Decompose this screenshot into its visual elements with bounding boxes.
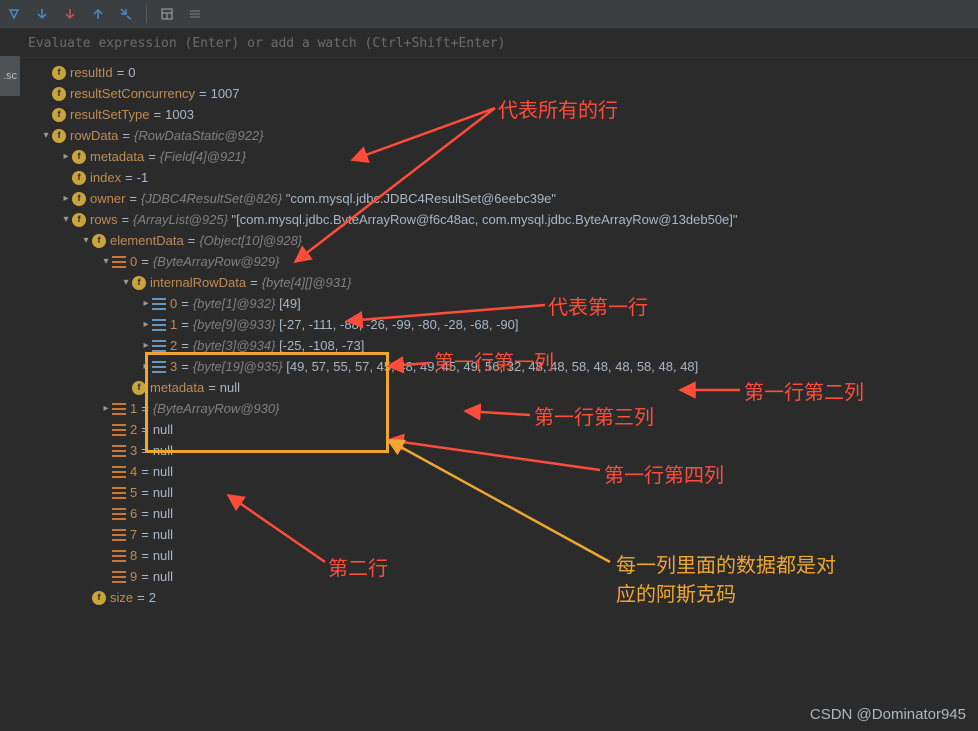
var-index[interactable]: findex=-1 bbox=[40, 167, 978, 188]
var-e0[interactable]: ▾0={ByteArrayRow@929} bbox=[40, 251, 978, 272]
var-resultSetType[interactable]: fresultSetType=1003 bbox=[40, 104, 978, 125]
var-e1[interactable]: ▸1={ByteArrayRow@930} bbox=[40, 398, 978, 419]
var-e9[interactable]: 9=null bbox=[40, 566, 978, 587]
array-icon bbox=[112, 487, 126, 499]
var-e4[interactable]: 4=null bbox=[40, 461, 978, 482]
field-icon: f bbox=[72, 192, 86, 206]
var-metadata[interactable]: ▸fmetadata={Field[4]@921} bbox=[40, 146, 978, 167]
field-icon: f bbox=[132, 276, 146, 290]
var-owner[interactable]: ▸fowner={JDBC4ResultSet@826} "com.mysql.… bbox=[40, 188, 978, 209]
var-rows[interactable]: ▾frows={ArrayList@925} "[com.mysql.jdbc.… bbox=[40, 209, 978, 230]
variables-tree: fresultId=0 fresultSetConcurrency=1007 f… bbox=[0, 58, 978, 612]
step-up-icon[interactable] bbox=[90, 6, 106, 22]
field-icon: f bbox=[92, 591, 106, 605]
calculator-icon[interactable] bbox=[159, 6, 175, 22]
var-elementData[interactable]: ▾felementData={Object[10]@928} bbox=[40, 230, 978, 251]
array-icon bbox=[152, 340, 166, 352]
var-e2[interactable]: 2=null bbox=[40, 419, 978, 440]
field-icon: f bbox=[72, 213, 86, 227]
debug-toolbar bbox=[0, 0, 978, 29]
step-out-icon[interactable] bbox=[118, 6, 134, 22]
field-icon: f bbox=[52, 108, 66, 122]
chevron-right-icon[interactable]: ▸ bbox=[140, 293, 152, 314]
array-icon bbox=[112, 571, 126, 583]
field-icon: f bbox=[132, 381, 146, 395]
var-internalRowData[interactable]: ▾finternalRowData={byte[4][]@931} bbox=[40, 272, 978, 293]
var-e8[interactable]: 8=null bbox=[40, 545, 978, 566]
var-b2[interactable]: ▸2={byte[3]@934} [-25, -108, -73] bbox=[40, 335, 978, 356]
field-icon: f bbox=[92, 234, 106, 248]
chevron-down-icon[interactable]: ▾ bbox=[60, 209, 72, 230]
var-size[interactable]: fsize=2 bbox=[40, 587, 978, 608]
array-icon bbox=[112, 529, 126, 541]
array-icon bbox=[112, 508, 126, 520]
rerun-icon[interactable] bbox=[6, 6, 22, 22]
toolbar-separator bbox=[146, 5, 147, 23]
field-icon: f bbox=[52, 87, 66, 101]
field-icon: f bbox=[72, 171, 86, 185]
sidebar-tab[interactable]: .sc bbox=[0, 56, 20, 96]
var-resultSetConcurrency[interactable]: fresultSetConcurrency=1007 bbox=[40, 83, 978, 104]
field-icon: f bbox=[72, 150, 86, 164]
var-e6[interactable]: 6=null bbox=[40, 503, 978, 524]
array-icon bbox=[112, 550, 126, 562]
var-rowData[interactable]: ▾frowData={RowDataStatic@922} bbox=[40, 125, 978, 146]
chevron-down-icon[interactable]: ▾ bbox=[40, 125, 52, 146]
chevron-right-icon[interactable]: ▸ bbox=[60, 146, 72, 167]
array-icon bbox=[112, 424, 126, 436]
field-icon: f bbox=[52, 66, 66, 80]
chevron-right-icon[interactable]: ▸ bbox=[100, 398, 112, 419]
chevron-down-icon[interactable]: ▾ bbox=[100, 251, 112, 272]
var-rmeta[interactable]: fmetadata=null bbox=[40, 377, 978, 398]
chevron-right-icon[interactable]: ▸ bbox=[140, 356, 152, 377]
var-b0[interactable]: ▸0={byte[1]@932} [49] bbox=[40, 293, 978, 314]
var-b1[interactable]: ▸1={byte[9]@933} [-27, -111, -88, -26, -… bbox=[40, 314, 978, 335]
var-e7[interactable]: 7=null bbox=[40, 524, 978, 545]
array-icon bbox=[152, 319, 166, 331]
array-icon bbox=[152, 361, 166, 373]
var-resultId[interactable]: fresultId=0 bbox=[40, 62, 978, 83]
chevron-right-icon[interactable]: ▸ bbox=[60, 188, 72, 209]
chevron-down-icon[interactable]: ▾ bbox=[80, 230, 92, 251]
chevron-right-icon[interactable]: ▸ bbox=[140, 314, 152, 335]
var-e5[interactable]: 5=null bbox=[40, 482, 978, 503]
array-icon bbox=[112, 256, 126, 268]
watermark: CSDN @Dominator945 bbox=[810, 706, 966, 723]
settings-icon[interactable] bbox=[187, 6, 203, 22]
chevron-down-icon[interactable]: ▾ bbox=[120, 272, 132, 293]
var-e3[interactable]: 3=null bbox=[40, 440, 978, 461]
chevron-right-icon[interactable]: ▸ bbox=[140, 335, 152, 356]
array-icon bbox=[152, 298, 166, 310]
var-b3[interactable]: ▸3={byte[19]@935} [49, 57, 55, 57, 45, 4… bbox=[40, 356, 978, 377]
step-down-icon[interactable] bbox=[34, 6, 50, 22]
array-icon bbox=[112, 403, 126, 415]
array-icon bbox=[112, 445, 126, 457]
field-icon: f bbox=[52, 129, 66, 143]
array-icon bbox=[112, 466, 126, 478]
step-down2-icon[interactable] bbox=[62, 6, 78, 22]
evaluate-expression-input[interactable]: Evaluate expression (Enter) or add a wat… bbox=[0, 29, 978, 58]
